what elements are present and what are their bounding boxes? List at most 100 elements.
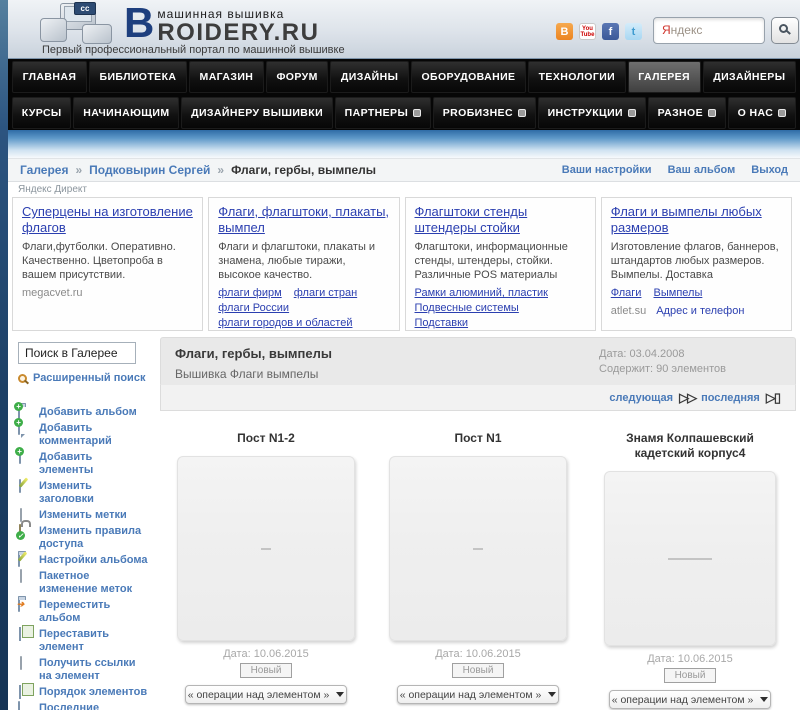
sidebar-item-edit-tags[interactable]: Изменить метки xyxy=(18,508,148,522)
ad-sitelink[interactable]: флаги России xyxy=(218,301,289,316)
item-date: Дата: 10.06.2015 xyxy=(435,648,521,660)
album-meta: Дата: 03.04.2008 Содержит: 90 элементов xyxy=(599,347,726,377)
youtube-icon[interactable]: You Tube xyxy=(579,23,596,40)
ad-sitelink[interactable]: Вымпелы xyxy=(654,286,703,301)
chevron-down-icon xyxy=(548,692,557,697)
nav-item-about[interactable]: О НАС xyxy=(727,97,797,129)
sidebar-item-add-comment[interactable]: Добавить комментарий xyxy=(14,418,148,448)
breadcrumb-gallery[interactable]: Галерея xyxy=(20,163,68,177)
ads-row: Суперцены на изготовление флагов Флаги,ф… xyxy=(12,197,792,331)
breadcrumb-author[interactable]: Подковырин Сергей xyxy=(89,163,210,177)
ad-block: Флагштоки стенды штендеры стойки Флагшто… xyxy=(404,197,596,331)
ad-title-link[interactable]: Флагштоки стенды штендеры стойки xyxy=(415,204,586,236)
select-label: « операции над элементом » xyxy=(187,688,330,701)
nav-item-gallery[interactable]: ГАЛЕРЕЯ xyxy=(627,61,701,93)
user-settings-link[interactable]: Ваши настройки xyxy=(562,164,652,176)
item-operations-select[interactable]: « операции над элементом » xyxy=(609,690,771,709)
next-page-icon[interactable]: ▷▷ xyxy=(679,390,697,406)
nav-item-embroidery-designer[interactable]: ДИЗАЙНЕРУ ВЫШИВКИ xyxy=(181,97,333,129)
logo-badge: cc xyxy=(74,2,96,15)
album-actions-menu: Добавить альбом Добавить комментарий Доб… xyxy=(14,402,160,710)
ad-sitelink[interactable]: Флаги xyxy=(611,286,642,301)
item-thumbnail[interactable] xyxy=(604,471,776,646)
gallery-grid: Пост N1-2 Дата: 10.06.2015 Новый « опера… xyxy=(160,419,796,709)
sidebar-item-batch-edit-tags[interactable]: Пакетное изменение меток xyxy=(18,569,148,596)
item-operations-select[interactable]: « операции над элементом » xyxy=(397,685,559,704)
twitter-icon[interactable]: t xyxy=(625,23,642,40)
gallery-search-input[interactable] xyxy=(18,342,136,364)
nav-item-beginners[interactable]: НАЧИНАЮЩИМ xyxy=(73,97,180,129)
social-icons: B You Tube f t xyxy=(556,23,642,40)
sidebar-item-element-order[interactable]: Порядок элементов xyxy=(18,685,148,699)
nav-item-shop[interactable]: МАГАЗИН xyxy=(188,61,264,93)
user-album-link[interactable]: Ваш альбом xyxy=(668,164,736,176)
nav-item-home[interactable]: ГЛАВНАЯ xyxy=(12,61,87,93)
logo-machines-icon[interactable]: cc xyxy=(38,2,124,48)
ad-sitelink[interactable]: Рамки алюминий, пластик xyxy=(415,286,549,301)
logout-link[interactable]: Выход xyxy=(751,164,788,176)
dropdown-indicator-icon xyxy=(628,109,636,117)
sidebar-item-move-album[interactable]: Переместить альбом xyxy=(18,598,148,625)
sidebar-item-edit-titles[interactable]: Изменить заголовки xyxy=(18,477,148,506)
advanced-search-label: Расширенный поиск xyxy=(33,372,146,384)
item-thumbnail[interactable] xyxy=(389,456,567,641)
nav-item-library[interactable]: БИБЛИОТЕКА xyxy=(88,61,187,93)
nav-item-equipment[interactable]: ОБОРУДОВАНИЕ xyxy=(410,61,527,93)
nav-item-courses[interactable]: КУРСЫ xyxy=(12,97,72,129)
nav-item-instructions[interactable]: ИНСТРУКЦИИ xyxy=(537,97,646,129)
ad-block: Суперцены на изготовление флагов Флаги,ф… xyxy=(12,197,204,331)
nav-item-forum[interactable]: ФОРУМ xyxy=(265,61,329,93)
site-logo[interactable]: B машинная вышивка ROIDERY.RU xyxy=(124,0,319,46)
nav-item-technologies[interactable]: ТЕХНОЛОГИИ xyxy=(528,61,626,93)
ad-sitelink[interactable]: Подставки xyxy=(415,316,469,330)
search-button[interactable] xyxy=(771,17,799,44)
sidebar-item-album-settings[interactable]: Настройки альбома xyxy=(17,551,148,567)
pagination-bar: следующая ▷▷ последняя ▷▯ xyxy=(160,384,796,411)
ad-domain-link[interactable]: atlet.su xyxy=(611,305,646,317)
nav-item-probusiness[interactable]: PROБИЗНЕС xyxy=(432,97,536,129)
sidebar-item-get-element-links[interactable]: Получить ссылки на элемент xyxy=(18,656,148,683)
ad-sitelink[interactable]: флаги стран xyxy=(294,286,357,301)
page-add-icon xyxy=(15,447,24,464)
nav-label: О НАС xyxy=(737,107,774,119)
facebook-icon[interactable]: f xyxy=(602,23,619,40)
blogger-icon[interactable]: B xyxy=(556,23,573,40)
site-tagline: Первый профессиональный портал по машинн… xyxy=(42,44,345,56)
ad-sitelink[interactable]: Подвесные системы xyxy=(415,301,519,316)
next-page-link[interactable]: следующая xyxy=(609,392,673,404)
sidebar-item-edit-access-rules[interactable]: Изменить правила доступа xyxy=(16,524,148,551)
sidebar-item-add-album[interactable]: Добавить альбом xyxy=(14,402,148,419)
sidebar-item-recent-comments[interactable]: Последние комментарии xyxy=(18,701,148,710)
breadcrumb-current: Флаги, гербы, вымпелы xyxy=(231,163,376,177)
broken-image-icon xyxy=(261,547,271,550)
last-page-icon[interactable]: ▷▯ xyxy=(766,390,781,406)
sidebar-item-add-elements[interactable]: Добавить элементы xyxy=(15,447,148,477)
ad-title-link[interactable]: Суперцены на изготовление флагов xyxy=(22,204,193,236)
nav-item-designers[interactable]: ДИЗАЙНЕРЫ xyxy=(702,61,796,93)
ad-title-link[interactable]: Флаги, флагштоки, плакаты, вымпел xyxy=(218,204,389,236)
yandex-search-input[interactable]: Яндекс xyxy=(653,17,765,44)
ad-domain-link[interactable]: megacvet.ru xyxy=(22,287,83,299)
chevron-down-icon xyxy=(336,692,345,697)
ad-body: Изготовление флагов, баннеров, штандарто… xyxy=(610,241,779,281)
ad-sitelink[interactable]: флаги фирм xyxy=(218,286,281,301)
ad-sitelink[interactable]: флаги городов и областей xyxy=(218,316,352,330)
nav-item-partners[interactable]: ПАРТНЕРЫ xyxy=(334,97,431,129)
nav-row-2: КУРСЫ НАЧИНАЮЩИМ ДИЗАЙНЕРУ ВЫШИВКИ ПАРТН… xyxy=(8,95,800,131)
gallery-sidebar: Расширенный поиск Добавить альбом Добави… xyxy=(8,336,160,710)
ad-title-link[interactable]: Флаги и вымпелы любых размеров xyxy=(611,204,782,236)
ad-address-link[interactable]: Адрес и телефон xyxy=(656,305,744,317)
search-placeholder-suffix: ндекс xyxy=(670,23,703,37)
folder-move-icon xyxy=(18,598,20,612)
last-page-link[interactable]: последняя xyxy=(701,392,760,404)
dropdown-indicator-icon xyxy=(517,109,526,117)
nav-item-designs[interactable]: ДИЗАЙНЫ xyxy=(330,61,409,93)
item-thumbnail[interactable] xyxy=(177,456,355,641)
advanced-search-link[interactable]: Расширенный поиск xyxy=(18,372,160,384)
gallery-item: Пост N1 Дата: 10.06.2015 Новый « операци… xyxy=(372,419,584,709)
item-date: Дата: 10.06.2015 xyxy=(223,648,309,660)
item-operations-select[interactable]: « операции над элементом » xyxy=(185,685,347,704)
nav-item-misc[interactable]: РАЗНОЕ xyxy=(647,97,726,129)
sidebar-item-reorder-element[interactable]: Переставить элемент xyxy=(18,627,148,654)
folder-edit-icon xyxy=(17,551,28,567)
